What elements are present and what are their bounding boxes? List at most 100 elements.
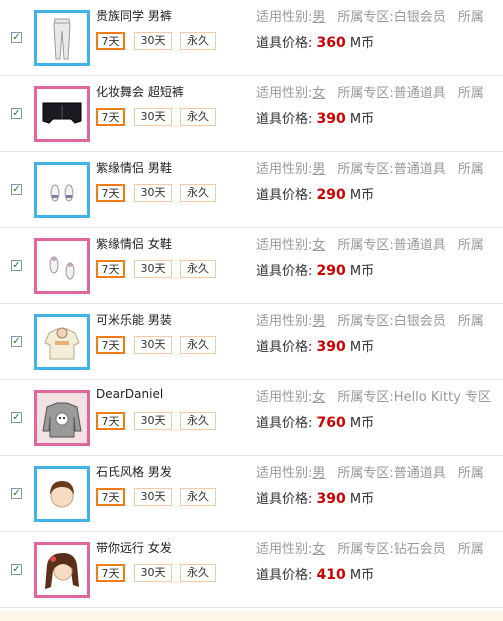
gender-label: 适用性别: — [256, 542, 313, 557]
zone-value: 普通道具 — [393, 466, 446, 481]
item-name[interactable]: 紫缘情侣 女鞋 — [96, 235, 172, 252]
zone-label: 所属专区: — [337, 390, 394, 405]
item-name[interactable]: 石氏风格 男发 — [96, 463, 172, 480]
zone-label-next: 所属 — [457, 466, 484, 481]
zone-label-next: 所属 — [457, 162, 484, 177]
duration-30day-button[interactable]: 30天 — [134, 488, 172, 506]
item-meta: 适用性别:男 所属专区:白银会员 所属 — [256, 6, 484, 25]
price-value: 360 — [316, 35, 346, 51]
zone-label: 所属专区: — [337, 238, 394, 253]
item-thumbnail[interactable] — [34, 9, 90, 66]
duration-30day-button[interactable]: 30天 — [134, 412, 172, 430]
duration-7day-button[interactable]: 7天 — [96, 184, 125, 202]
select-checkbox[interactable]: ✓ — [11, 563, 22, 575]
item-thumbnail[interactable] — [34, 541, 90, 598]
duration-permanent-button[interactable]: 永久 — [180, 260, 216, 278]
bottom-notice-strip — [0, 611, 503, 621]
price-value: 390 — [316, 111, 346, 127]
item-thumbnail[interactable] — [34, 85, 90, 142]
zone-label-next: 所属 — [457, 86, 484, 101]
gender-label: 适用性别: — [256, 86, 313, 101]
price-value: 290 — [316, 187, 346, 203]
item-price: 道具价格: 390 M币 — [256, 108, 374, 127]
gender-label: 适用性别: — [256, 10, 313, 25]
gender-label: 适用性别: — [256, 238, 313, 253]
currency-label: M币 — [349, 188, 375, 203]
item-thumbnail[interactable] — [34, 389, 90, 446]
duration-permanent-button[interactable]: 永久 — [180, 412, 216, 430]
currency-label: M币 — [349, 36, 375, 51]
select-checkbox[interactable]: ✓ — [11, 107, 22, 119]
item-row: ✓ 化妆舞会 超短裤 7天 30天 永久 适用性别:女 所属专区:普通道具 所属 道具价格: 3… — [0, 76, 503, 152]
gender-value: 男 — [312, 466, 326, 481]
duration-7day-button[interactable]: 7天 — [96, 32, 125, 50]
item-meta: 适用性别:女 所属专区:普通道具 所属 — [256, 82, 484, 101]
item-name[interactable]: DearDaniel — [96, 387, 163, 401]
price-label: 道具价格: — [256, 492, 313, 507]
item-row: ✓ 石氏风格 男发 7天 30天 永久 适用性别:男 所属专区:普通道具 所属 道具价格: 39… — [0, 456, 503, 532]
price-label: 道具价格: — [256, 416, 313, 431]
item-name[interactable]: 带你远行 女发 — [96, 539, 172, 556]
duration-permanent-button[interactable]: 永久 — [180, 564, 216, 582]
zone-label-next: 所属 — [457, 238, 484, 253]
gender-value: 女 — [312, 86, 326, 101]
item-name[interactable]: 可米乐能 男装 — [96, 311, 172, 328]
item-thumbnail[interactable] — [34, 237, 90, 294]
item-thumbnail[interactable] — [34, 313, 90, 370]
select-checkbox[interactable]: ✓ — [11, 487, 22, 499]
duration-30day-button[interactable]: 30天 — [134, 260, 172, 278]
duration-7day-button[interactable]: 7天 — [96, 412, 125, 430]
gender-value: 女 — [312, 542, 326, 557]
select-checkbox[interactable]: ✓ — [11, 335, 22, 347]
zone-label-next: 所属 — [457, 314, 484, 329]
price-value: 760 — [316, 415, 346, 431]
item-name[interactable]: 化妆舞会 超短裤 — [96, 83, 184, 100]
zone-label: 所属专区: — [337, 466, 394, 481]
duration-permanent-button[interactable]: 永久 — [180, 488, 216, 506]
price-label: 道具价格: — [256, 264, 313, 279]
select-checkbox[interactable]: ✓ — [11, 31, 22, 43]
currency-label: M币 — [349, 492, 375, 507]
gender-label: 适用性别: — [256, 390, 313, 405]
duration-30day-button[interactable]: 30天 — [134, 32, 172, 50]
item-thumbnail[interactable] — [34, 161, 90, 218]
currency-label: M币 — [349, 264, 375, 279]
zone-value: Hello Kitty 专区 — [393, 390, 492, 405]
select-checkbox[interactable]: ✓ — [11, 411, 22, 423]
item-row: ✓ 贵族同学 男裤 7天 30天 永久 适用性别:男 所属专区:白银会员 所属 道具价格: 36… — [0, 0, 503, 76]
zone-value: 普通道具 — [393, 238, 446, 253]
duration-permanent-button[interactable]: 永久 — [180, 336, 216, 354]
duration-7day-button[interactable]: 7天 — [96, 488, 125, 506]
item-list: ✓ 贵族同学 男裤 7天 30天 永久 适用性别:男 所属专区:白银会员 所属 道具价格: 36… — [0, 0, 503, 608]
item-thumbnail[interactable] — [34, 465, 90, 522]
zone-label: 所属专区: — [337, 314, 394, 329]
duration-7day-button[interactable]: 7天 — [96, 336, 125, 354]
duration-permanent-button[interactable]: 永久 — [180, 184, 216, 202]
duration-7day-button[interactable]: 7天 — [96, 108, 125, 126]
gender-value: 男 — [312, 10, 326, 25]
select-checkbox[interactable]: ✓ — [11, 183, 22, 195]
duration-permanent-button[interactable]: 永久 — [180, 32, 216, 50]
currency-label: M币 — [349, 568, 375, 583]
duration-30day-button[interactable]: 30天 — [134, 336, 172, 354]
item-name[interactable]: 紫缘情侣 男鞋 — [96, 159, 172, 176]
duration-30day-button[interactable]: 30天 — [134, 184, 172, 202]
item-name[interactable]: 贵族同学 男裤 — [96, 7, 172, 24]
duration-7day-button[interactable]: 7天 — [96, 564, 125, 582]
duration-7day-button[interactable]: 7天 — [96, 260, 125, 278]
zone-value: 白银会员 — [393, 314, 446, 329]
currency-label: M币 — [349, 340, 375, 355]
currency-label: M币 — [349, 416, 375, 431]
item-meta: 适用性别:男 所属专区:普通道具 所属 — [256, 158, 484, 177]
item-price: 道具价格: 360 M币 — [256, 32, 374, 51]
zone-label: 所属专区: — [337, 86, 394, 101]
duration-permanent-button[interactable]: 永久 — [180, 108, 216, 126]
duration-30day-button[interactable]: 30天 — [134, 564, 172, 582]
price-label: 道具价格: — [256, 188, 313, 203]
duration-30day-button[interactable]: 30天 — [134, 108, 172, 126]
item-price: 道具价格: 290 M币 — [256, 184, 374, 203]
zone-label: 所属专区: — [337, 542, 394, 557]
select-checkbox[interactable]: ✓ — [11, 259, 22, 271]
price-value: 390 — [316, 339, 346, 355]
item-price: 道具价格: 290 M币 — [256, 260, 374, 279]
